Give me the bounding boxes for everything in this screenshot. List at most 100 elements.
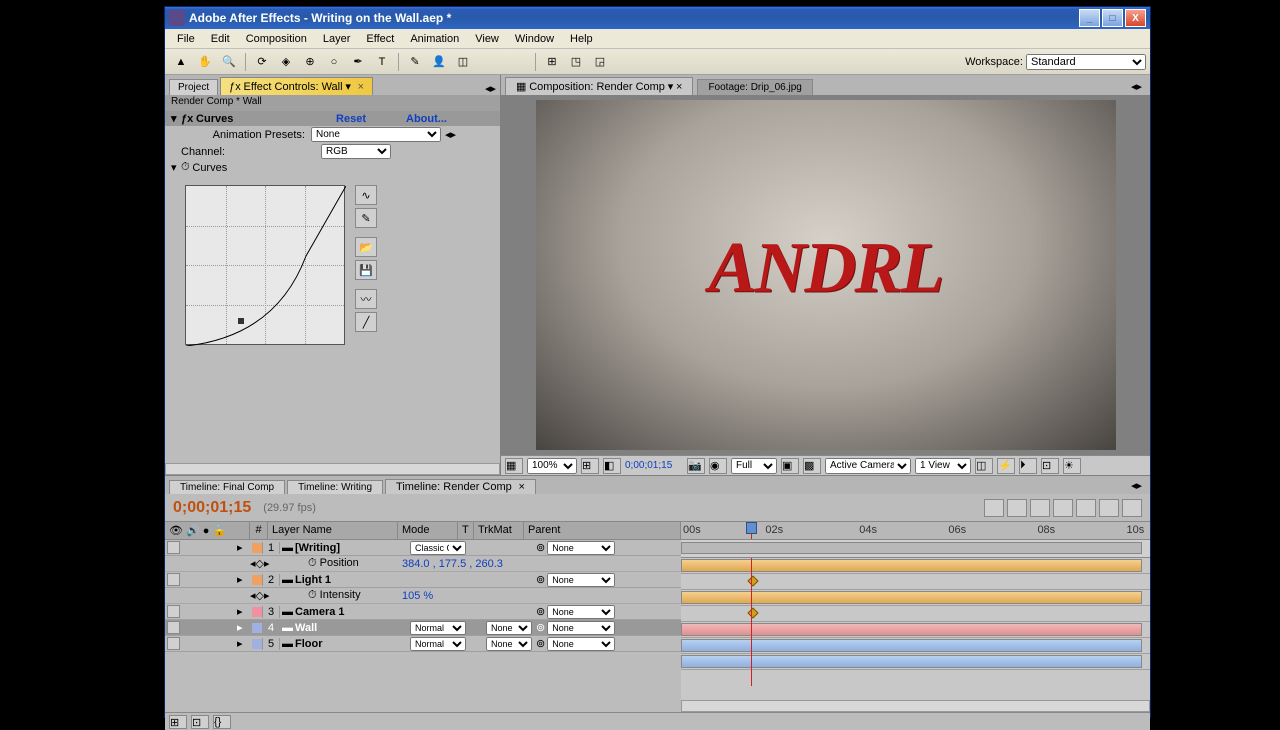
layer-bar[interactable] xyxy=(681,591,1142,604)
parent-dropdown[interactable]: None xyxy=(547,621,615,635)
curve-pencil-icon[interactable]: ✎ xyxy=(355,208,377,228)
video-column-icon[interactable]: 👁 xyxy=(169,525,183,537)
maximize-button[interactable]: □ xyxy=(1102,9,1123,27)
camera-dropdown[interactable]: Active Camera xyxy=(825,458,911,474)
scrollbar-h[interactable] xyxy=(165,463,500,475)
pixel-aspect-icon[interactable]: ◫ xyxy=(975,458,993,474)
curve-smooth-icon[interactable]: 〰 xyxy=(355,289,377,309)
axis-local[interactable]: ⊞ xyxy=(541,52,563,72)
pickwhip-icon[interactable]: ⊚ xyxy=(536,637,545,650)
property-value[interactable]: 105 % xyxy=(398,590,433,602)
audio-column-icon[interactable]: 🔊 xyxy=(186,525,200,537)
shape-tool[interactable]: ○ xyxy=(323,52,345,72)
frame-blend-icon[interactable] xyxy=(1053,499,1073,517)
menu-help[interactable]: Help xyxy=(562,31,601,47)
tab-effect-controls[interactable]: ƒx Effect Controls: Wall ▾ × xyxy=(220,77,373,95)
solo-column-icon[interactable]: ● xyxy=(203,525,210,537)
parent-dropdown[interactable]: None xyxy=(547,637,615,651)
col-trkmat[interactable]: TrkMat xyxy=(474,522,524,539)
workspace-dropdown[interactable]: Standard xyxy=(1026,54,1146,70)
menu-edit[interactable]: Edit xyxy=(203,31,238,47)
label-color[interactable] xyxy=(252,623,262,633)
keyframe-icon[interactable] xyxy=(747,575,758,586)
parent-dropdown[interactable]: None xyxy=(547,605,615,619)
curve-point[interactable] xyxy=(238,318,244,324)
panel-menu-icon[interactable]: ◂▸ xyxy=(485,82,496,95)
camera-tool[interactable]: ◈ xyxy=(275,52,297,72)
curves-graph[interactable] xyxy=(185,185,345,345)
tab-footage[interactable]: Footage: Drip_06.jpg xyxy=(697,79,812,95)
timeline-icon[interactable]: ⏵ xyxy=(1019,458,1037,474)
reset-link[interactable]: Reset xyxy=(336,113,366,125)
resolution-dropdown[interactable]: Full xyxy=(731,458,777,474)
snapshot-icon[interactable]: 📷 xyxy=(687,458,705,474)
label-color[interactable] xyxy=(252,639,262,649)
about-link[interactable]: About... xyxy=(406,113,447,125)
axis-view[interactable]: ◲ xyxy=(589,52,611,72)
pan-behind-tool[interactable]: ⊕ xyxy=(299,52,321,72)
graph-editor-icon[interactable] xyxy=(1122,499,1142,517)
flowchart-icon[interactable]: ⊡ xyxy=(1041,458,1059,474)
layer-name[interactable]: ▬[Writing] xyxy=(280,542,410,554)
layer-bar[interactable] xyxy=(681,559,1142,572)
current-time-indicator[interactable] xyxy=(751,522,752,539)
menu-animation[interactable]: Animation xyxy=(402,31,467,47)
twirl-down-icon[interactable]: ▾ xyxy=(171,112,181,125)
type-tool[interactable]: T xyxy=(371,52,393,72)
comp-button-icon[interactable] xyxy=(984,499,1004,517)
close-tab-icon[interactable]: × xyxy=(358,81,364,93)
menu-effect[interactable]: Effect xyxy=(358,31,402,47)
timeline-timecode[interactable]: 0;00;01;15 xyxy=(173,499,251,517)
minimize-button[interactable]: _ xyxy=(1079,9,1100,27)
stopwatch-icon[interactable]: ⏱ xyxy=(308,589,317,601)
lock-column-icon[interactable]: 🔒 xyxy=(213,525,227,537)
fx-toggle-icon[interactable]: ƒx xyxy=(181,113,193,125)
grid-icon[interactable]: ⊞ xyxy=(581,458,599,474)
label-color[interactable] xyxy=(252,607,262,617)
brush-tool[interactable]: ✎ xyxy=(404,52,426,72)
curve-bezier-icon[interactable]: ∿ xyxy=(355,185,377,205)
label-color[interactable] xyxy=(252,575,262,585)
tab-composition[interactable]: ▦ Composition: Render Comp ▾ × xyxy=(505,77,693,95)
clone-tool[interactable]: 👤 xyxy=(428,52,450,72)
roi-icon[interactable]: ▣ xyxy=(781,458,799,474)
timeline-tab-1[interactable]: Timeline: Writing xyxy=(287,480,383,494)
pickwhip-icon[interactable]: ⊚ xyxy=(536,573,545,586)
curve-open-icon[interactable]: 📂 xyxy=(355,237,377,257)
eraser-tool[interactable]: ◫ xyxy=(452,52,474,72)
titlebar[interactable]: Adobe After Effects - Writing on the Wal… xyxy=(165,7,1150,29)
hand-tool[interactable]: ✋ xyxy=(194,52,216,72)
layer-bar[interactable] xyxy=(681,623,1142,636)
preset-next-icon[interactable]: ▸ xyxy=(451,128,457,141)
views-dropdown[interactable]: 1 View xyxy=(915,458,971,474)
twirl-icon[interactable]: ▸ xyxy=(237,605,243,618)
channel-dropdown[interactable]: RGB xyxy=(321,144,391,159)
viewer[interactable]: ANDRL xyxy=(501,95,1150,455)
pickwhip-icon[interactable]: ⊚ xyxy=(536,605,545,618)
visibility-toggle[interactable] xyxy=(167,621,180,634)
layer-name[interactable]: ▬Wall xyxy=(280,622,410,634)
col-mode[interactable]: Mode xyxy=(398,522,458,539)
layer-name[interactable]: ▬Camera 1 xyxy=(280,606,410,618)
twirl-icon[interactable]: ▸ xyxy=(237,573,243,586)
close-tab-icon[interactable]: × xyxy=(676,81,682,93)
tab-project[interactable]: Project xyxy=(169,79,218,95)
show-channel-icon[interactable]: ◉ xyxy=(709,458,727,474)
property-value[interactable]: 384.0 , 177.5 , 260.3 xyxy=(398,558,503,570)
timeline-tab-2[interactable]: Timeline: Render Comp × xyxy=(385,479,536,494)
dropdown-icon[interactable]: ▾ xyxy=(345,81,351,93)
twirl-icon[interactable]: ▸ xyxy=(237,541,243,554)
layer-bar[interactable] xyxy=(681,655,1142,668)
col-t[interactable]: T xyxy=(458,522,474,539)
toggle-brackets-icon[interactable]: {} xyxy=(213,715,231,729)
curve-save-icon[interactable]: 💾 xyxy=(355,260,377,280)
blend-mode-dropdown[interactable]: Normal xyxy=(410,621,466,635)
parent-dropdown[interactable]: None xyxy=(547,541,615,555)
dropdown-icon[interactable]: ▾ xyxy=(668,81,674,93)
panel-menu-icon[interactable]: ◂▸ xyxy=(1127,78,1146,95)
pickwhip-icon[interactable]: ⊚ xyxy=(536,621,545,634)
brainstorm-icon[interactable] xyxy=(1099,499,1119,517)
keyframe-icon[interactable] xyxy=(747,607,758,618)
presets-dropdown[interactable]: None xyxy=(311,127,441,142)
trkmat-dropdown[interactable]: None xyxy=(486,637,532,651)
